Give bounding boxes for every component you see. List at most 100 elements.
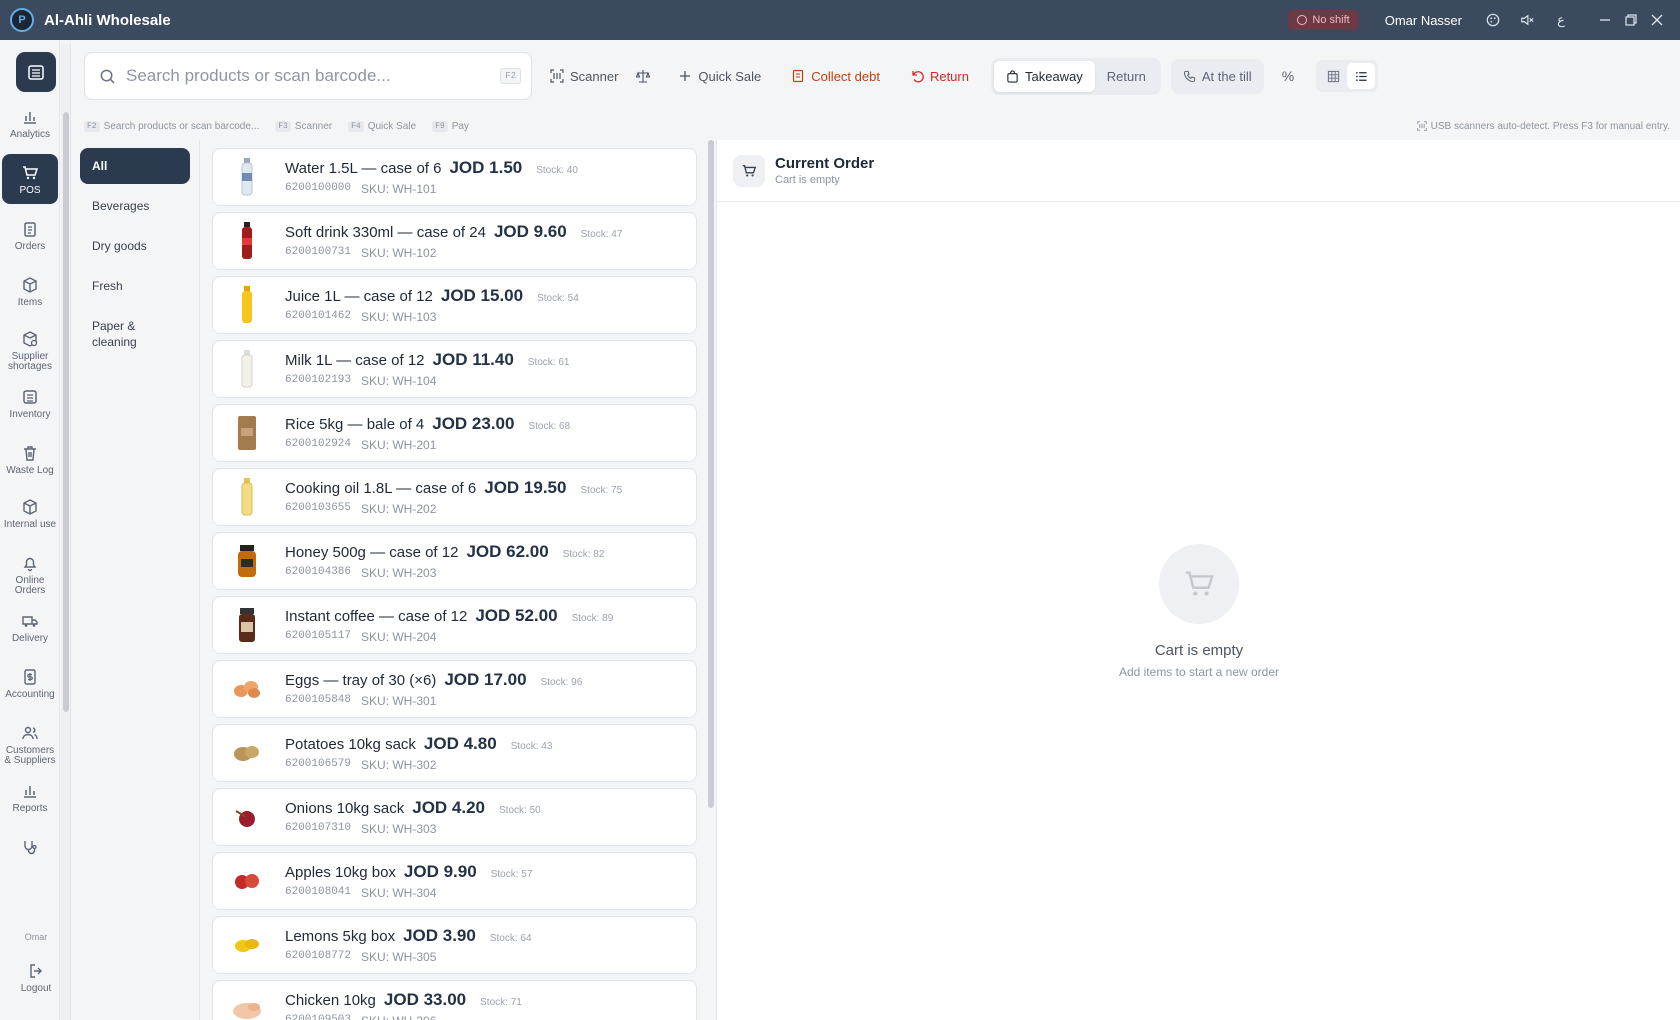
minimize-icon[interactable] xyxy=(1592,14,1618,26)
sidebar-scrollbar[interactable] xyxy=(61,44,71,1020)
sidebar-item-label: Analytics xyxy=(9,129,50,140)
product-card[interactable]: Rice 5kg — bale of 4 JOD 23.00 Stock: 68 62… xyxy=(212,404,697,462)
users-icon xyxy=(22,726,38,740)
title-bar: P Al-Ahli Wholesale No shift Omar Nasser… xyxy=(0,0,1680,40)
shift-status-badge[interactable]: No shift xyxy=(1288,10,1359,30)
chicken-image xyxy=(227,987,267,1020)
scanner-hint-text: USB scanners auto-detect. Press F3 for m… xyxy=(1430,120,1670,132)
language-toggle[interactable]: ع xyxy=(1544,12,1578,28)
product-price: JOD 33.00 xyxy=(383,990,467,1009)
category-list: All Beverages Dry goods Fresh Paper & cl… xyxy=(72,140,200,1020)
product-card[interactable]: Instant coffee — case of 12 JOD 52.00 Stoc… xyxy=(212,596,697,654)
sidebar-item-label: Delivery xyxy=(11,633,49,644)
product-card[interactable]: Lemons 5kg box JOD 3.90 Stock: 64 620010877… xyxy=(212,916,697,974)
logout-button[interactable]: Logout xyxy=(10,962,62,994)
mode-takeaway-tab[interactable]: Takeaway xyxy=(993,60,1095,92)
scale-button[interactable] xyxy=(636,69,651,83)
sidebar-item-pos[interactable]: POS xyxy=(2,154,58,204)
scanner-label: Scanner xyxy=(570,68,619,84)
sidebar-item-internal-use[interactable]: Internal use xyxy=(2,498,58,530)
collect-debt-button[interactable]: Collect debt xyxy=(791,69,880,84)
product-card[interactable]: Chicken 10kg JOD 33.00 Stock: 71 6200109503… xyxy=(212,980,697,1020)
mute-icon[interactable] xyxy=(1510,13,1544,27)
user-name[interactable]: Omar Nasser xyxy=(1385,13,1462,28)
product-price: JOD 1.50 xyxy=(449,158,523,177)
sidebar-item-customers-suppliers[interactable]: Customers & Suppliers xyxy=(2,724,58,766)
sidebar-item-accounting[interactable]: Accounting xyxy=(2,668,58,700)
product-card[interactable]: Cooking oil 1.8L — case of 6 JOD 19.50 Sto… xyxy=(212,468,697,526)
sidebar-item-label: Supplier shortages xyxy=(8,351,52,372)
sidebar-item-reports[interactable]: Reports xyxy=(2,782,58,814)
search-input[interactable] xyxy=(126,66,501,86)
honey-image xyxy=(227,539,267,583)
sidebar-item-analytics[interactable]: Analytics xyxy=(2,108,58,140)
product-sku: SKU: WH-305 xyxy=(361,950,437,964)
scan-icon xyxy=(1416,121,1427,131)
package-icon xyxy=(23,277,37,293)
sidebar-item-items[interactable]: Items xyxy=(2,276,58,308)
product-sku: SKU: WH-306 xyxy=(361,1014,436,1020)
sidebar-item-label: Online Orders xyxy=(14,575,46,596)
report-chart-icon xyxy=(24,786,36,798)
category-dry-goods[interactable]: Dry goods xyxy=(80,238,190,254)
product-card[interactable]: Potatoes 10kg sack JOD 4.80 Stock: 43 62001… xyxy=(212,724,697,782)
scale-icon xyxy=(636,70,651,83)
hint-label: Scanner xyxy=(294,120,333,132)
grid-view-icon[interactable] xyxy=(1319,63,1347,89)
product-list-scrollbar[interactable] xyxy=(708,140,714,808)
product-card[interactable]: Juice 1L — case of 12 JOD 15.00 Stock: 54 6… xyxy=(212,276,697,334)
quick-sale-button[interactable]: Quick Sale xyxy=(678,69,761,84)
product-name: Chicken 10kg xyxy=(285,992,376,1009)
category-all[interactable]: All xyxy=(80,148,190,184)
category-paper-cleaning[interactable]: Paper & cleaning xyxy=(80,318,180,350)
close-icon[interactable] xyxy=(1644,14,1670,26)
category-beverages[interactable]: Beverages xyxy=(80,198,190,214)
return-button[interactable]: Return xyxy=(910,69,969,84)
onion-image xyxy=(227,795,267,839)
product-barcode: 6200109503 xyxy=(285,1014,352,1020)
product-card[interactable]: Milk 1L — case of 12 JOD 11.40 Stock: 61 62… xyxy=(212,340,697,398)
sidebar-item-support[interactable] xyxy=(2,838,58,860)
product-card[interactable]: Water 1.5L — case of 6 JOD 1.50 Stock: 40 6… xyxy=(212,148,697,206)
sidebar-scrollbar-thumb[interactable] xyxy=(63,112,69,712)
product-card[interactable]: Honey 500g — case of 12 JOD 62.00 Stock: 8… xyxy=(212,532,697,590)
bar-chart-icon xyxy=(24,112,36,124)
scanner-button[interactable]: Scanner xyxy=(550,69,618,84)
product-stock: Stock: 43 xyxy=(510,741,553,752)
restore-icon[interactable] xyxy=(1618,14,1644,26)
product-sku: SKU: WH-201 xyxy=(361,438,437,452)
mode-return-tab[interactable]: Return xyxy=(1095,61,1158,92)
hint-item: F4 Quick Sale xyxy=(348,120,416,132)
theme-palette-icon[interactable] xyxy=(1476,13,1510,27)
order-mode-toggle: Takeaway Return xyxy=(990,57,1161,95)
sidebar-item-delivery[interactable]: Delivery xyxy=(2,612,58,644)
mode-takeaway-label: Takeaway xyxy=(1024,68,1083,84)
product-barcode: 6200102193 xyxy=(285,374,352,386)
cart-icon xyxy=(733,154,765,187)
search-icon xyxy=(100,69,115,84)
clipboard-icon xyxy=(24,222,36,237)
juice-image xyxy=(227,283,267,327)
sidebar-item-inventory[interactable]: Inventory xyxy=(2,388,58,420)
product-card[interactable]: Apples 10kg box JOD 9.90 Stock: 57 62001080… xyxy=(212,852,697,910)
nav-user-name: Omar xyxy=(24,932,48,942)
search-box[interactable]: F2 xyxy=(84,52,532,100)
sidebar-item-online-orders[interactable]: Online Orders xyxy=(2,554,58,596)
at-till-button[interactable]: At the till xyxy=(1170,58,1264,94)
product-name: Lemons 5kg box xyxy=(285,928,396,945)
sidebar-item-orders[interactable]: Orders xyxy=(2,220,58,252)
sidebar-item-supplier-shortages[interactable]: Supplier shortages xyxy=(2,330,58,372)
sidebar-item-waste-log[interactable]: Waste Log xyxy=(2,444,58,476)
scanner-hint: USB scanners auto-detect. Press F3 for m… xyxy=(1416,120,1670,132)
product-name: Honey 500g — case of 12 xyxy=(285,544,459,561)
discount-button[interactable]: % xyxy=(1282,68,1294,84)
home-button[interactable] xyxy=(16,52,56,92)
product-card[interactable]: Eggs — tray of 30 (×6) JOD 17.00 Stock: 96… xyxy=(212,660,697,718)
scan-icon xyxy=(550,69,564,83)
list-view-icon[interactable] xyxy=(1347,63,1376,89)
product-card[interactable]: Onions 10kg sack JOD 4.20 Stock: 50 6200107… xyxy=(212,788,697,846)
coffee-image xyxy=(227,603,267,647)
product-card[interactable]: Soft drink 330ml — case of 24 JOD 9.60 Sto… xyxy=(212,212,697,270)
product-name: Soft drink 330ml — case of 24 xyxy=(285,224,486,241)
category-fresh[interactable]: Fresh xyxy=(80,278,190,294)
